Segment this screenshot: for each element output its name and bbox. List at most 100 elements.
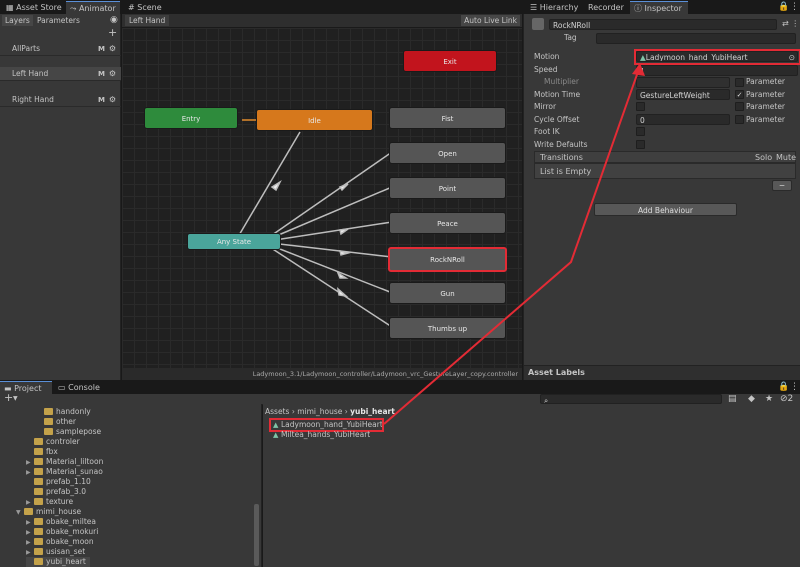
asset-item[interactable]: ▲ Miltea_hands_YubiHeart [273, 430, 370, 440]
write-defaults-label: Write Defaults [534, 140, 588, 149]
multiplier-label: Multiplier [544, 77, 579, 86]
gear-icon[interactable]: ⚙ [109, 67, 116, 81]
state-point[interactable]: Point [389, 177, 506, 199]
layer-item-left-hand[interactable]: Left Hand M ⚙ [0, 67, 121, 81]
settings-icon[interactable]: ⇄ ⋮ [782, 19, 799, 29]
gear-icon[interactable]: ⚙ [109, 42, 116, 56]
breadcrumb-mimi-house[interactable]: mimi_house [297, 407, 342, 416]
tree-item[interactable]: prefab_3.0 [26, 487, 86, 497]
lock-icon[interactable]: 🔒 [778, 2, 789, 12]
layers-tab[interactable]: Layers [2, 15, 33, 26]
folder-icon [34, 528, 43, 535]
tab-hierarchy[interactable]: ☰ Hierarchy [526, 1, 582, 14]
folder-icon [44, 418, 53, 425]
state-machine-graph[interactable]: Exit Entry Idle Any State Fist Open Poin… [122, 28, 522, 368]
tab-recorder[interactable]: Recorder [584, 1, 628, 14]
lock-icon[interactable]: 🔒 [778, 382, 789, 392]
speed-field[interactable]: 1 [636, 65, 798, 76]
tree-item[interactable]: ▼ mimi_house [16, 507, 81, 517]
hierarchy-icon: ☰ [530, 3, 540, 12]
add-behaviour-button[interactable]: Add Behaviour [594, 203, 737, 216]
folder-icon [34, 518, 43, 525]
state-idle[interactable]: Idle [256, 109, 373, 131]
foot-ik-checkbox[interactable] [636, 127, 645, 136]
layer-item-right-hand[interactable]: Right Hand M ⚙ [0, 93, 121, 107]
write-defaults-checkbox[interactable] [636, 140, 645, 149]
state-rocknroll[interactable]: RockNRoll [388, 247, 507, 272]
hidden-packages-icon[interactable]: ⊘2 [780, 394, 793, 404]
expand-down-icon[interactable]: ▼ [16, 508, 24, 518]
mirror-checkbox[interactable] [636, 102, 645, 111]
layer-item-allparts[interactable]: AllParts M ⚙ [0, 42, 121, 56]
folder-icon [34, 498, 43, 505]
breadcrumb[interactable]: Left Hand [125, 15, 170, 26]
asset-labels-bar: Asset Labels [524, 365, 800, 380]
tab-animator[interactable]: ⤳ Animator [66, 1, 120, 14]
motion-time-parameter-checkbox[interactable]: ✓ [735, 90, 744, 99]
scene-icon: # [128, 3, 138, 12]
state-name-field[interactable]: RockNRoll [549, 19, 777, 30]
more-icon[interactable]: ⋮ [790, 382, 799, 392]
tree-item[interactable]: other [36, 417, 76, 427]
speed-label: Speed [534, 65, 558, 74]
multiplier-parameter-checkbox[interactable] [735, 78, 744, 87]
parameters-tab[interactable]: Parameters [34, 15, 83, 26]
tree-item[interactable]: fbx [26, 447, 58, 457]
parameter-label: Parameter [746, 90, 786, 99]
tree-item[interactable]: ▶ obake_mokuri [26, 527, 98, 537]
tree-item[interactable]: ▶ Material_liltoon [26, 457, 103, 467]
breadcrumb-yubi-heart[interactable]: yubi_heart [350, 407, 395, 416]
tree-item[interactable]: handonly [36, 407, 91, 417]
tag-field[interactable] [596, 33, 796, 44]
state-fist[interactable]: Fist [389, 107, 506, 129]
project-asset-view: Assets › mimi_house › yubi_heart ▲ Ladymo… [263, 404, 800, 567]
tree-item[interactable]: prefab_1.10 [26, 477, 91, 487]
motion-time-dropdown[interactable]: GestureLeftWeight [636, 89, 730, 100]
tab-asset-store[interactable]: ▦ Asset Store [2, 1, 66, 14]
parameter-label: Parameter [746, 102, 786, 111]
folder-icon [24, 508, 33, 515]
tree-item[interactable]: ▶ Material_sunao [26, 467, 103, 477]
multiplier-dropdown[interactable] [636, 77, 730, 88]
tree-item[interactable]: ▶ texture [26, 497, 73, 507]
state-gun[interactable]: Gun [389, 282, 506, 304]
tree-scrollbar[interactable] [254, 504, 259, 566]
tree-item[interactable]: samplepose [36, 427, 101, 437]
add-layer-button[interactable]: + [108, 27, 117, 38]
tab-inspector[interactable]: ⓘ Inspector [630, 1, 688, 14]
mirror-parameter-checkbox[interactable] [735, 102, 744, 111]
chevron-down-icon[interactable]: ▼ [13, 394, 18, 404]
remove-transition-button[interactable]: − [772, 180, 792, 191]
tree-item[interactable]: ▶ obake_moon [26, 537, 94, 547]
favorite-icon[interactable]: ★ [765, 394, 773, 404]
tree-item[interactable]: ▶ usisan_set [26, 547, 85, 557]
cycle-offset-parameter-checkbox[interactable] [735, 115, 744, 124]
eye-icon[interactable]: ◉ [110, 15, 118, 25]
parameter-label: Parameter [746, 115, 786, 124]
state-entry[interactable]: Entry [144, 107, 238, 129]
label-icon[interactable]: ◆ [748, 394, 755, 404]
gear-icon[interactable]: ⚙ [109, 93, 116, 107]
auto-live-link-button[interactable]: Auto Live Link [461, 15, 520, 26]
cycle-offset-field[interactable]: 0 [636, 114, 730, 125]
tab-console[interactable]: ▭ Console [54, 381, 104, 394]
breadcrumb-assets[interactable]: Assets [265, 407, 289, 416]
state-open[interactable]: Open [389, 142, 506, 164]
state-thumbs-up[interactable]: Thumbs up [389, 317, 506, 339]
tree-item[interactable]: yubi_heart [26, 557, 90, 567]
animator-toolbar: Left Hand Auto Live Link [122, 14, 522, 28]
tree-item[interactable]: ▶ obake_miltea [26, 517, 96, 527]
folder-icon [34, 448, 43, 455]
create-button[interactable]: + [4, 392, 13, 403]
search-input[interactable]: ⌕ [540, 394, 722, 404]
state-exit[interactable]: Exit [403, 50, 497, 72]
filter-type-icon[interactable]: ▤ [728, 394, 737, 404]
folder-icon [44, 408, 53, 415]
state-peace[interactable]: Peace [389, 212, 506, 234]
asset-store-icon: ▦ [6, 3, 17, 12]
state-any[interactable]: Any State [187, 233, 281, 250]
inspector-panel: RockNRoll ⇄ ⋮ Tag Motion ▲Ladymoon_hand_… [523, 14, 800, 380]
tab-scene[interactable]: # Scene [124, 1, 166, 14]
more-icon[interactable]: ⋮ [790, 2, 799, 12]
tree-item[interactable]: controler [26, 437, 80, 447]
